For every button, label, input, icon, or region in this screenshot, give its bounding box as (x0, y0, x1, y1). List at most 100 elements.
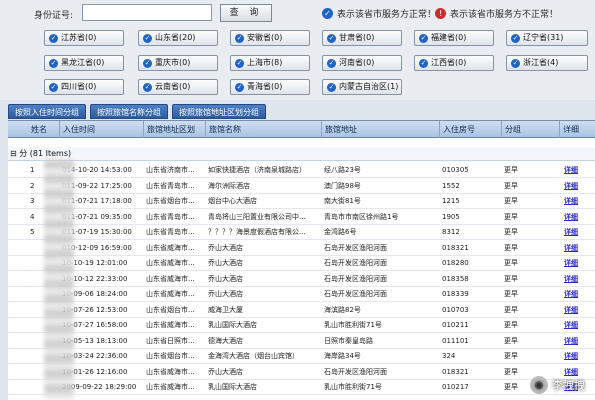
cell-time: 10-07-27 16:58:00 (62, 321, 128, 329)
check-icon: ✓ (143, 33, 152, 43)
cell-hotel: 金海湾大酒店（烟台山宾馆） (208, 352, 299, 360)
detail-link[interactable]: 详细 (564, 163, 592, 178)
detail-link[interactable]: 详细 (564, 225, 592, 240)
table-row[interactable]: 4 011-07-21 09:35:00 山东省青岛市... 青岛将山三阳置业有限公司… (8, 210, 595, 225)
province-button[interactable]: ✓ 江苏省(0) (44, 30, 124, 46)
province-button[interactable]: ✓ 安徽省(0) (230, 30, 310, 46)
detail-link[interactable]: 详细 (564, 303, 592, 318)
check-icon: ✓ (235, 82, 244, 92)
column-header[interactable]: 姓名 (28, 121, 60, 138)
table-row[interactable]: 010-12-09 16:59:00 山东省威海市... 乔山大酒店 石岛开发区渔阳河… (8, 241, 595, 256)
cell-group: 更早 (504, 290, 518, 298)
cell-addr: 乳山市胜利街71号 (324, 383, 382, 391)
detail-link[interactable]: 详细 (564, 241, 592, 256)
check-icon: ✓ (49, 33, 58, 43)
table-row[interactable]: 1 014-10-20 14:53:00 山东省济南市... 如家快捷酒店（济南泉城路… (8, 163, 595, 178)
watermark: ◉ 李拽拽 (530, 376, 585, 394)
cell-hotel: 乔山大酒店 (208, 290, 243, 298)
province-button[interactable]: ✓ 江西省(0) (414, 55, 494, 71)
province-button[interactable]: ✓ 甘肃省(0) (322, 30, 402, 46)
cell-addr: 南大街81号 (324, 197, 361, 205)
detail-link[interactable]: 详细 (564, 318, 592, 333)
province-button[interactable]: ✓ 浙江省(4) (506, 55, 588, 71)
cell-time: 10-07-26 12:53:00 (62, 305, 128, 314)
table-row[interactable]: 10-09-06 18:24:00 山东省威海市... 乔山大酒店 石岛开发区渔阳河面… (8, 287, 595, 302)
check-icon: ✓ (419, 58, 428, 68)
legend-abnormal: ! 表示该省市服务方不正常！ (435, 7, 558, 20)
detail-link[interactable]: 详细 (564, 210, 592, 225)
detail-link[interactable]: 详细 (564, 256, 592, 271)
cell-area: 山东省烟台市... (146, 305, 195, 314)
cell-addr: 石岛开发区渔阳河面 (324, 243, 387, 252)
check-icon: ✓ (143, 82, 152, 92)
check-icon: ✓ (235, 58, 244, 68)
column-header[interactable]: 旅馆地址 (322, 121, 440, 138)
province-button[interactable]: ✓ 上海市(8) (230, 55, 310, 71)
table-row[interactable]: 10-01-26 12:16:00 山东省威海市... 乔山大酒店 石岛开发区渔阳河面… (8, 365, 595, 380)
column-header[interactable]: 入住房号 (440, 121, 502, 138)
province-button[interactable]: ✓ 山东省(20) (138, 30, 218, 46)
column-header[interactable]: 入住时间 (60, 121, 144, 138)
province-button[interactable]: ✓ 内蒙古自治区(1) (322, 79, 402, 95)
cell-room: 018358 (442, 274, 469, 283)
tab-group-by-time[interactable]: 按照入住时间分组 (8, 104, 86, 119)
tab-group-by-hotel[interactable]: 按照旅馆名称分组 (90, 104, 168, 119)
table-row[interactable]: 2 011-09-22 17:25:00 山东省青岛市... 海尔洲际酒店 澳门路98号… (8, 179, 595, 194)
cell-area: 山东省青岛市... (146, 181, 195, 190)
province-button[interactable]: ✓ 福建省(0) (414, 30, 494, 46)
column-header[interactable]: 详细 (560, 121, 595, 138)
cell-area: 山东省日照市... (146, 336, 195, 345)
tab-group-by-area[interactable]: 按照旅馆地址区划分组 (172, 104, 266, 119)
cell-time: 10-05-13 18:13:00 (62, 336, 128, 345)
detail-link[interactable]: 详细 (564, 334, 592, 349)
province-button[interactable]: ✓ 云南省(0) (138, 79, 218, 95)
province-button[interactable]: ✓ 四川省(0) (44, 79, 124, 95)
cell-room: 011101 (442, 336, 469, 345)
detail-link[interactable]: 详细 (564, 179, 592, 194)
legend-abnormal-label: 表示该省市服务方不正常！ (450, 10, 559, 20)
cell-group: 更早 (504, 212, 518, 221)
cell-addr: 澳门路98号 (324, 181, 361, 190)
table-row[interactable]: 5 011-07-19 15:30:00 山东省青岛市... ？？？？海景度假酒店有限… (8, 225, 595, 240)
detail-link[interactable]: 详细 (564, 349, 592, 364)
group-row[interactable]: ⊟ 分 (81 Items) (8, 147, 595, 161)
detail-link[interactable]: 详细 (564, 272, 592, 287)
column-header[interactable]: 旅馆名称 (206, 121, 322, 138)
table-row[interactable]: 10-07-27 16:58:00 山东省威海市... 乳山国际大酒店 乳山市胜利街7… (8, 318, 595, 333)
cell-addr: 日照市秦皇岛路 (324, 336, 373, 345)
cell-hotel: 烟台中心大酒店 (208, 197, 257, 205)
table-row[interactable]: 10-07-26 12:53:00 山东省烟台市... 威海卫大厦 海滨路82号 010… (8, 303, 595, 318)
detail-link[interactable]: 详细 (564, 287, 592, 302)
cell-time: 10-03-24 22:36:00 (62, 352, 128, 360)
column-header[interactable]: 旅馆地址区划 (144, 121, 206, 138)
cell-room: 010305 (442, 166, 469, 174)
province-button[interactable]: ✓ 重庆市(0) (138, 55, 218, 71)
cell-room: 324 (442, 352, 456, 360)
cell-time: 011-09-22 17:25:00 (62, 181, 132, 190)
cell-area: 山东省济南市... (146, 166, 195, 174)
table-row[interactable]: 2009-09-22 18:29:00 山东省威海市... 乳山国际大酒店 乳山市胜利… (8, 380, 595, 395)
detail-link[interactable]: 详细 (564, 194, 592, 209)
cell-hotel: 德海大酒店 (208, 336, 243, 345)
check-icon: ✓ (49, 58, 58, 68)
column-header[interactable]: 分组 (502, 121, 560, 138)
table-row[interactable]: 3 011-07-21 17:18:00 山东省烟台市... 烟台中心大酒店 南大街81… (8, 194, 595, 209)
cell-hotel: 乳山国际大酒店 (208, 321, 257, 329)
table-row[interactable]: 10-10-19 12:01:00 山东省威海市... 乔山大酒店 石岛开发区渔阳河面… (8, 256, 595, 271)
table-row[interactable]: 10-10-12 22:33:00 山东省威海市... 乔山大酒店 石岛开发区渔阳河面… (8, 272, 595, 287)
province-button[interactable]: ✓ 河南省(0) (322, 55, 402, 71)
search-button[interactable]: 查 询 (220, 4, 272, 22)
cell-hotel: 青岛将山三阳置业有限公司中... (208, 212, 306, 221)
check-icon: ✓ (235, 33, 244, 43)
province-button[interactable]: ✓ 青海省(0) (230, 79, 310, 95)
cell-room: 018339 (442, 290, 469, 298)
id-number-input[interactable] (82, 4, 212, 21)
table-row[interactable]: 10-05-13 18:13:00 山东省日照市... 德海大酒店 日照市秦皇岛路 01… (8, 334, 595, 349)
province-button[interactable]: ✓ 黑龙江省(0) (44, 55, 124, 71)
province-button[interactable]: ✓ 辽宁省(31) (506, 30, 588, 46)
cell-area: 山东省青岛市... (146, 212, 195, 221)
cell-addr: 海岸路34号 (324, 352, 361, 360)
table-row[interactable]: 10-03-24 22:36:00 山东省烟台市... 金海湾大酒店（烟台山宾馆） 海… (8, 349, 595, 364)
cell-hotel: ？？？？海景度假酒店有限公... (208, 228, 306, 236)
cell-addr: 石岛开发区渔阳河面 (324, 290, 387, 298)
